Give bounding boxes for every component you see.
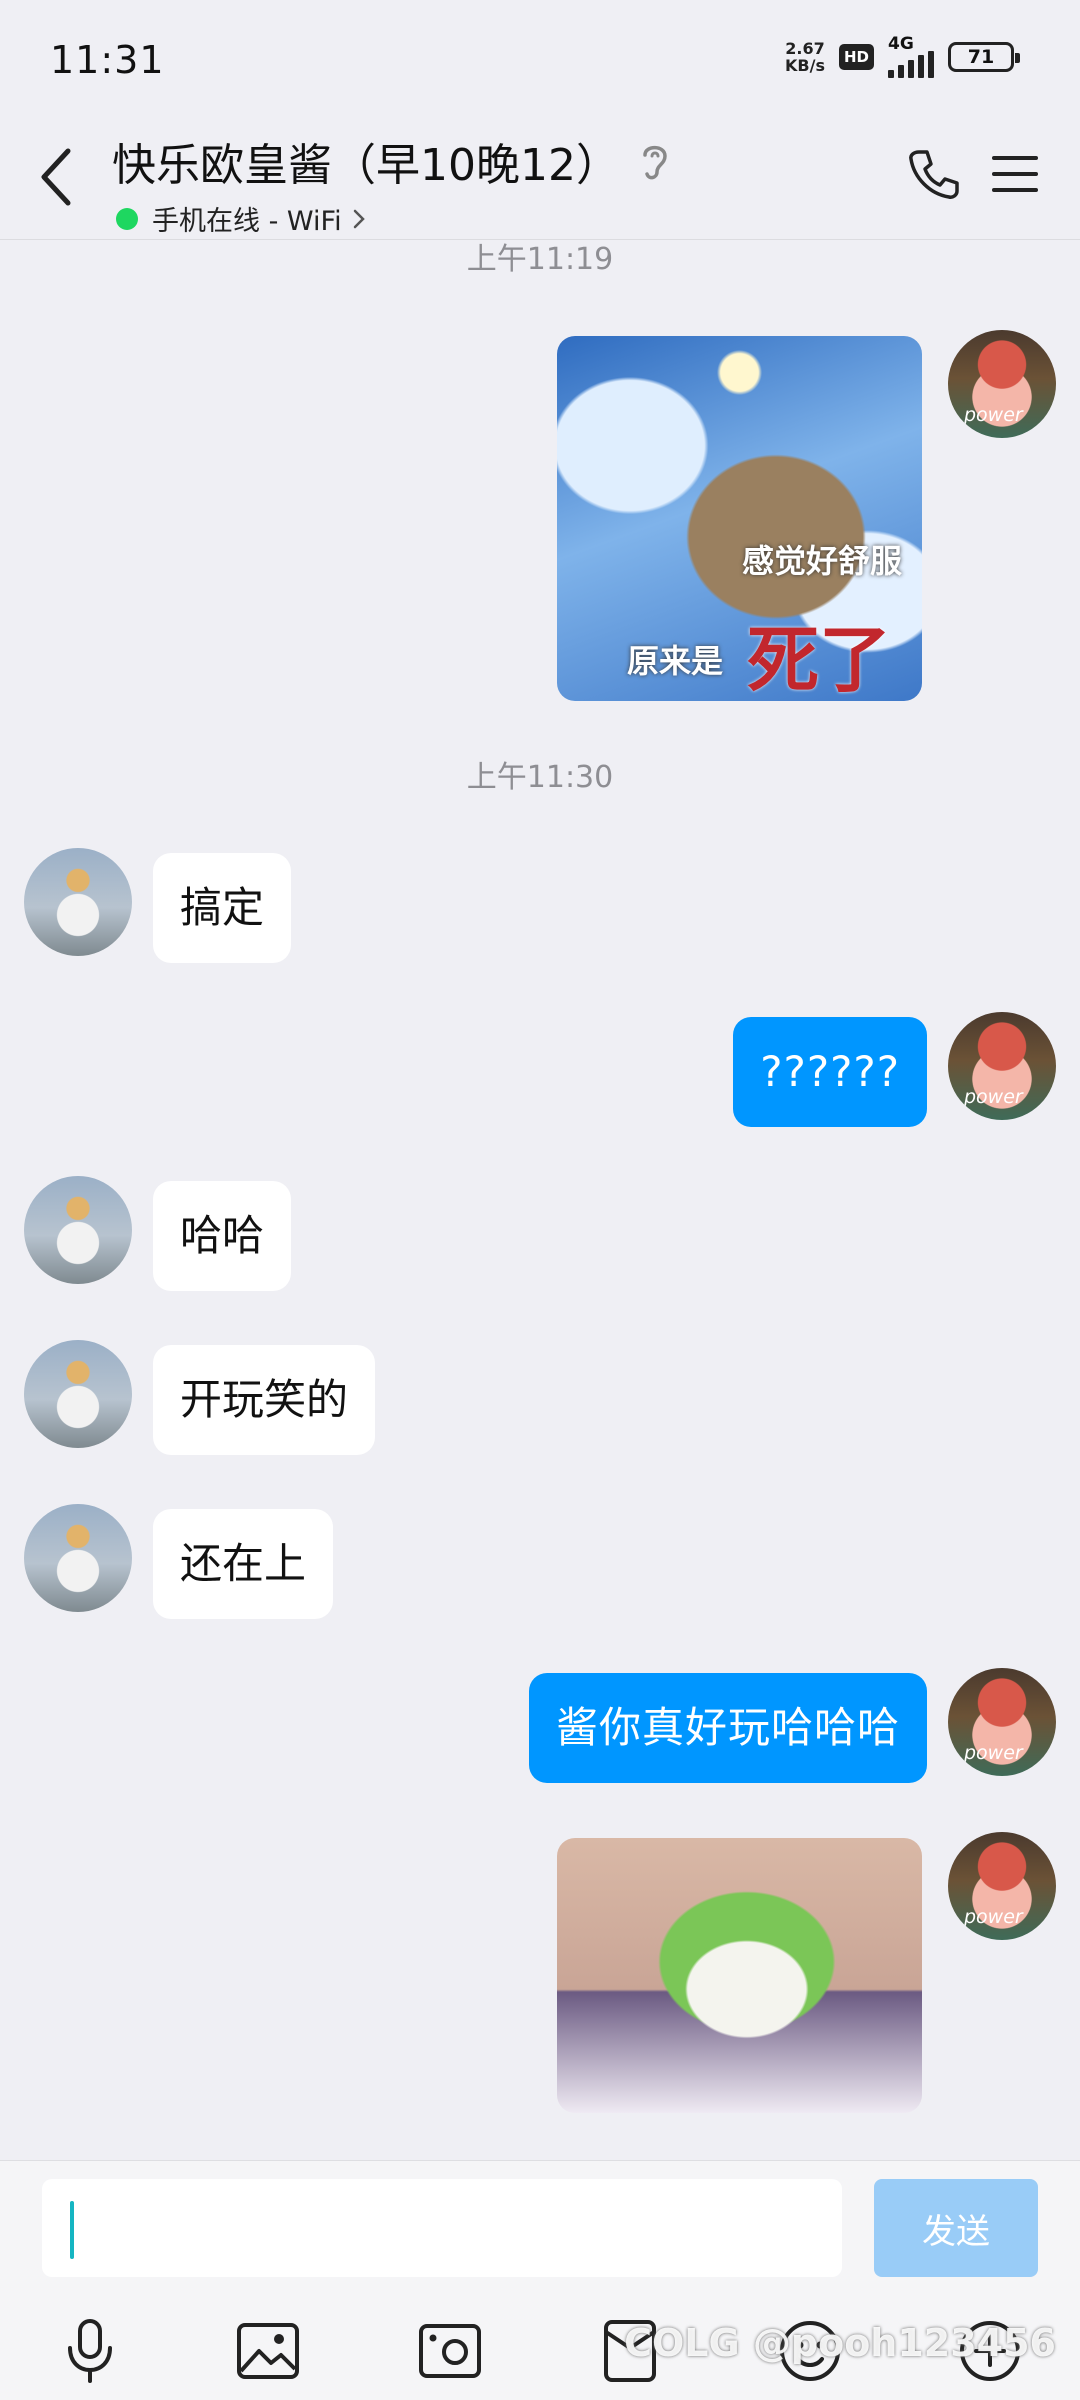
network-speed-unit: KB/s: [785, 56, 825, 75]
image-message-cat[interactable]: 感觉好舒服 原来是 死了: [557, 336, 922, 701]
battery-level: 71: [967, 46, 995, 68]
message-bubble-incoming[interactable]: 还在上: [153, 1509, 334, 1619]
camera-button[interactable]: [410, 2311, 490, 2391]
microphone-icon: [68, 2319, 112, 2383]
image-message-pokemon[interactable]: [557, 1838, 922, 2113]
status-bar: 11:31 2.67 KB/s HD 4G 71: [0, 0, 1080, 115]
image-caption: 感觉好舒服: [742, 542, 903, 580]
network-speed: 2.67 KB/s: [785, 40, 825, 74]
voice-button[interactable]: [50, 2311, 130, 2391]
plush-sticker-image: [557, 1838, 922, 2113]
avatar-self[interactable]: power: [948, 1012, 1056, 1120]
watermark: COLG @pooh123456: [624, 2321, 1056, 2365]
avatar-self[interactable]: power: [948, 1832, 1056, 1940]
input-bar: 发送 COLG @pooh123456: [0, 2160, 1080, 2400]
message-bubble-outgoing[interactable]: ??????: [733, 1017, 927, 1127]
message-bubble-outgoing[interactable]: 酱你真好玩哈哈哈: [528, 1673, 927, 1783]
back-button[interactable]: [28, 137, 84, 217]
chat-header: 快乐欧皇酱（早10晚12） 手机在线 - WiFi: [0, 115, 1080, 240]
network-type: 4G: [888, 34, 914, 54]
phone-call-button[interactable]: [898, 139, 968, 209]
chat-screen: 11:31 2.67 KB/s HD 4G 71 快乐欧皇酱（早10晚12） 手…: [0, 0, 1080, 2400]
send-button[interactable]: 发送: [874, 2179, 1038, 2277]
gallery-button[interactable]: [228, 2311, 308, 2391]
image-icon: [237, 2323, 299, 2379]
camera-icon: [419, 2324, 481, 2378]
message-list[interactable]: 上午11:19 power 感觉好舒服 原来是 死了 上午11:30 搞定 po…: [0, 240, 1080, 2160]
signal-icon: 4G: [888, 36, 934, 78]
status-icons: 2.67 KB/s HD 4G 71: [785, 36, 1020, 78]
message-bubble-incoming[interactable]: 搞定: [153, 853, 292, 963]
ear-icon[interactable]: [640, 140, 670, 182]
online-status-dot: [116, 207, 138, 230]
phone-icon: [909, 150, 959, 199]
chevron-right-icon: [353, 209, 365, 228]
chevron-left-icon: [41, 148, 71, 206]
chat-title: 快乐欧皇酱（早10晚12）: [112, 140, 620, 191]
status-time: 11:31: [50, 38, 165, 82]
timestamp: 上午11:30: [466, 760, 614, 795]
message-bubble-incoming[interactable]: 哈哈: [153, 1181, 292, 1291]
image-caption: 原来是: [627, 642, 724, 680]
text-cursor: [70, 2201, 74, 2259]
menu-icon: [992, 156, 1038, 192]
avatar-contact[interactable]: [24, 1340, 132, 1448]
online-status-text: 手机在线 - WiFi: [152, 206, 342, 237]
avatar-self[interactable]: power: [948, 1668, 1056, 1776]
avatar-contact[interactable]: [24, 1504, 132, 1612]
timestamp: 上午11:19: [466, 242, 614, 277]
message-bubble-incoming[interactable]: 开玩笑的: [153, 1345, 376, 1455]
message-input[interactable]: [42, 2179, 842, 2277]
hd-icon: HD: [838, 44, 874, 70]
network-speed-value: 2.67: [785, 39, 825, 58]
avatar-contact[interactable]: [24, 848, 132, 956]
menu-button[interactable]: [980, 139, 1050, 209]
avatar-self[interactable]: power: [948, 330, 1056, 438]
image-caption: 死了: [747, 618, 892, 701]
avatar-contact[interactable]: [24, 1176, 132, 1284]
battery-icon: 71: [948, 42, 1020, 72]
chat-title-area[interactable]: 快乐欧皇酱（早10晚12） 手机在线 - WiFi: [112, 129, 670, 238]
input-toolbar: COLG @pooh123456: [0, 2311, 1080, 2400]
